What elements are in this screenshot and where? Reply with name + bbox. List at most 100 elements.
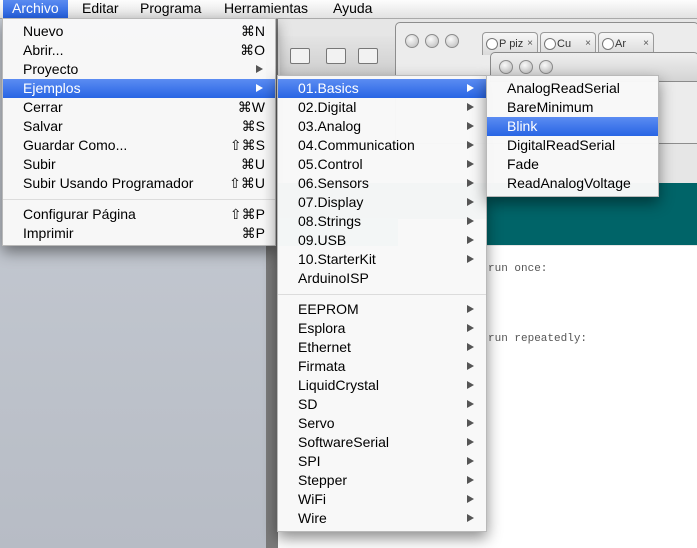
- ejemplos-item-wire[interactable]: Wire: [278, 509, 486, 528]
- ejemplos-item-09-usb[interactable]: 09.USB: [278, 231, 486, 250]
- menu-item-label: Subir: [23, 156, 56, 172]
- ejemplos-item-eeprom[interactable]: EEPROM: [278, 300, 486, 319]
- ejemplos-item-10-starterkit[interactable]: 10.StarterKit: [278, 250, 486, 269]
- ejemplos-item-02-digital[interactable]: 02.Digital: [278, 98, 486, 117]
- menu-programa[interactable]: Programa: [131, 0, 210, 18]
- menu-item-label: Ethernet: [298, 339, 351, 355]
- submenu-arrow-icon: [467, 343, 474, 351]
- menu-item-label: Servo: [298, 415, 335, 431]
- menu-item-shortcut: ⌘U: [240, 156, 265, 172]
- basics-item-blink[interactable]: Blink: [487, 117, 658, 136]
- basics-item-fade[interactable]: Fade: [487, 155, 658, 174]
- toolbar-network-icon[interactable]: [358, 48, 378, 64]
- close-window-icon[interactable]: [405, 34, 419, 48]
- menu-item-label: Stepper: [298, 472, 348, 488]
- menu-item-label: ReadAnalogVoltage: [507, 175, 631, 191]
- menu-item-label: Imprimir: [23, 225, 74, 241]
- archivo-item-subir-usando-programador[interactable]: Subir Usando Programador ⇧⌘U: [3, 174, 275, 193]
- archivo-item-salvar[interactable]: Salvar ⌘S: [3, 117, 275, 136]
- ejemplos-item-03-analog[interactable]: 03.Analog: [278, 117, 486, 136]
- close-window-icon[interactable]: [499, 60, 513, 74]
- basics-item-analogreadserial[interactable]: AnalogReadSerial: [487, 79, 658, 98]
- menu-item-label: WiFi: [298, 491, 326, 507]
- zoom-window-icon[interactable]: [539, 60, 553, 74]
- menu-item-label: 01.Basics: [298, 80, 359, 96]
- menu-item-label: Wire: [298, 510, 327, 526]
- ejemplos-item-04-communication[interactable]: 04.Communication: [278, 136, 486, 155]
- ejemplos-item-ethernet[interactable]: Ethernet: [278, 338, 486, 357]
- basics-item-digitalreadserial[interactable]: DigitalReadSerial: [487, 136, 658, 155]
- ejemplos-item-esplora[interactable]: Esplora: [278, 319, 486, 338]
- archivo-item-abrir[interactable]: Abrir... ⌘O: [3, 41, 275, 60]
- ejemplos-item-arduinoisp[interactable]: ArduinoISP: [278, 269, 486, 288]
- archivo-item-ejemplos[interactable]: Ejemplos: [3, 79, 275, 98]
- ejemplos-item-spi[interactable]: SPI: [278, 452, 486, 471]
- menu-item-label: Configurar Página: [23, 206, 136, 222]
- archivo-item-guardar-como[interactable]: Guardar Como... ⇧⌘S: [3, 136, 275, 155]
- menu-item-label: EEPROM: [298, 301, 359, 317]
- browser-tab-label: P piz: [499, 38, 524, 50]
- menu-item-label: SD: [298, 396, 318, 412]
- ejemplos-item-05-control[interactable]: 05.Control: [278, 155, 486, 174]
- menu-item-label: SPI: [298, 453, 321, 469]
- menu-item-label: Blink: [507, 118, 538, 134]
- ejemplos-item-06-sensors[interactable]: 06.Sensors: [278, 174, 486, 193]
- menu-ayuda[interactable]: Ayuda: [324, 0, 381, 18]
- archivo-item-nuevo[interactable]: Nuevo ⌘N: [3, 22, 275, 41]
- archivo-item-configurar-p-gina[interactable]: Configurar Página ⇧⌘P: [3, 205, 275, 224]
- submenu-arrow-icon: [467, 255, 474, 263]
- ejemplos-item-sd[interactable]: SD: [278, 395, 486, 414]
- menu-item-label: Salvar: [23, 118, 63, 134]
- submenu-arrow-icon: [467, 141, 474, 149]
- menu-item-shortcut: ⌘O: [240, 42, 265, 58]
- submenu-arrow-icon: [467, 457, 474, 465]
- submenu-arrow-icon: [256, 84, 263, 92]
- archivo-item-subir[interactable]: Subir ⌘U: [3, 155, 275, 174]
- menu-item-label: Ejemplos: [23, 80, 81, 96]
- menu-item-label: Subir Usando Programador: [23, 175, 194, 191]
- menu-archivo[interactable]: Archivo: [3, 0, 68, 18]
- favicon-icon: [602, 38, 614, 50]
- zoom-window-icon[interactable]: [445, 34, 459, 48]
- menu-item-label: Fade: [507, 156, 539, 172]
- ejemplos-submenu: 01.Basics 02.Digital 03.Analog 04.Communica…: [277, 75, 487, 532]
- minimize-window-icon[interactable]: [425, 34, 439, 48]
- submenu-arrow-icon: [467, 476, 474, 484]
- submenu-arrow-icon: [467, 84, 474, 92]
- toolbar-list-icon[interactable]: [326, 48, 346, 64]
- ejemplos-item-07-display[interactable]: 07.Display: [278, 193, 486, 212]
- submenu-arrow-icon: [467, 381, 474, 389]
- archivo-item-imprimir[interactable]: Imprimir ⌘P: [3, 224, 275, 243]
- menu-item-label: DigitalReadSerial: [507, 137, 616, 153]
- menu-item-label: 03.Analog: [298, 118, 362, 134]
- ejemplos-item-servo[interactable]: Servo: [278, 414, 486, 433]
- menu-item-shortcut: ⌘W: [237, 99, 265, 115]
- menu-item-label: 09.USB: [298, 232, 347, 248]
- menu-editar[interactable]: Editar: [73, 0, 128, 18]
- submenu-arrow-icon: [467, 198, 474, 206]
- ejemplos-item-liquidcrystal[interactable]: LiquidCrystal: [278, 376, 486, 395]
- ejemplos-item-firmata[interactable]: Firmata: [278, 357, 486, 376]
- submenu-arrow-icon: [467, 419, 474, 427]
- menu-item-shortcut: ⌘S: [241, 118, 265, 134]
- ejemplos-item-08-strings[interactable]: 08.Strings: [278, 212, 486, 231]
- menu-item-shortcut: ⇧⌘U: [229, 175, 265, 191]
- ejemplos-item-01-basics[interactable]: 01.Basics: [278, 79, 486, 98]
- ejemplos-item-softwareserial[interactable]: SoftwareSerial: [278, 433, 486, 452]
- ejemplos-item-wifi[interactable]: WiFi: [278, 490, 486, 509]
- menu-item-label: BareMinimum: [507, 99, 594, 115]
- menu-item-label: 05.Control: [298, 156, 363, 172]
- toolbar-panel-icon[interactable]: [290, 48, 310, 64]
- menu-item-label: 10.StarterKit: [298, 251, 376, 267]
- archivo-item-proyecto[interactable]: Proyecto: [3, 60, 275, 79]
- minimize-window-icon[interactable]: [519, 60, 533, 74]
- ejemplos-item-stepper[interactable]: Stepper: [278, 471, 486, 490]
- basics-item-readanalogvoltage[interactable]: ReadAnalogVoltage: [487, 174, 658, 193]
- archivo-item-cerrar[interactable]: Cerrar ⌘W: [3, 98, 275, 117]
- menu-item-label: 06.Sensors: [298, 175, 369, 191]
- menu-bar: Archivo Editar Programa Herramientas Ayu…: [0, 0, 697, 19]
- archivo-dropdown: Nuevo ⌘N Abrir... ⌘O Proyecto Ejemplos Cerrar ⌘…: [2, 18, 276, 246]
- basics-item-bareminimum[interactable]: BareMinimum: [487, 98, 658, 117]
- menu-herramientas[interactable]: Herramientas: [215, 0, 317, 18]
- submenu-arrow-icon: [467, 362, 474, 370]
